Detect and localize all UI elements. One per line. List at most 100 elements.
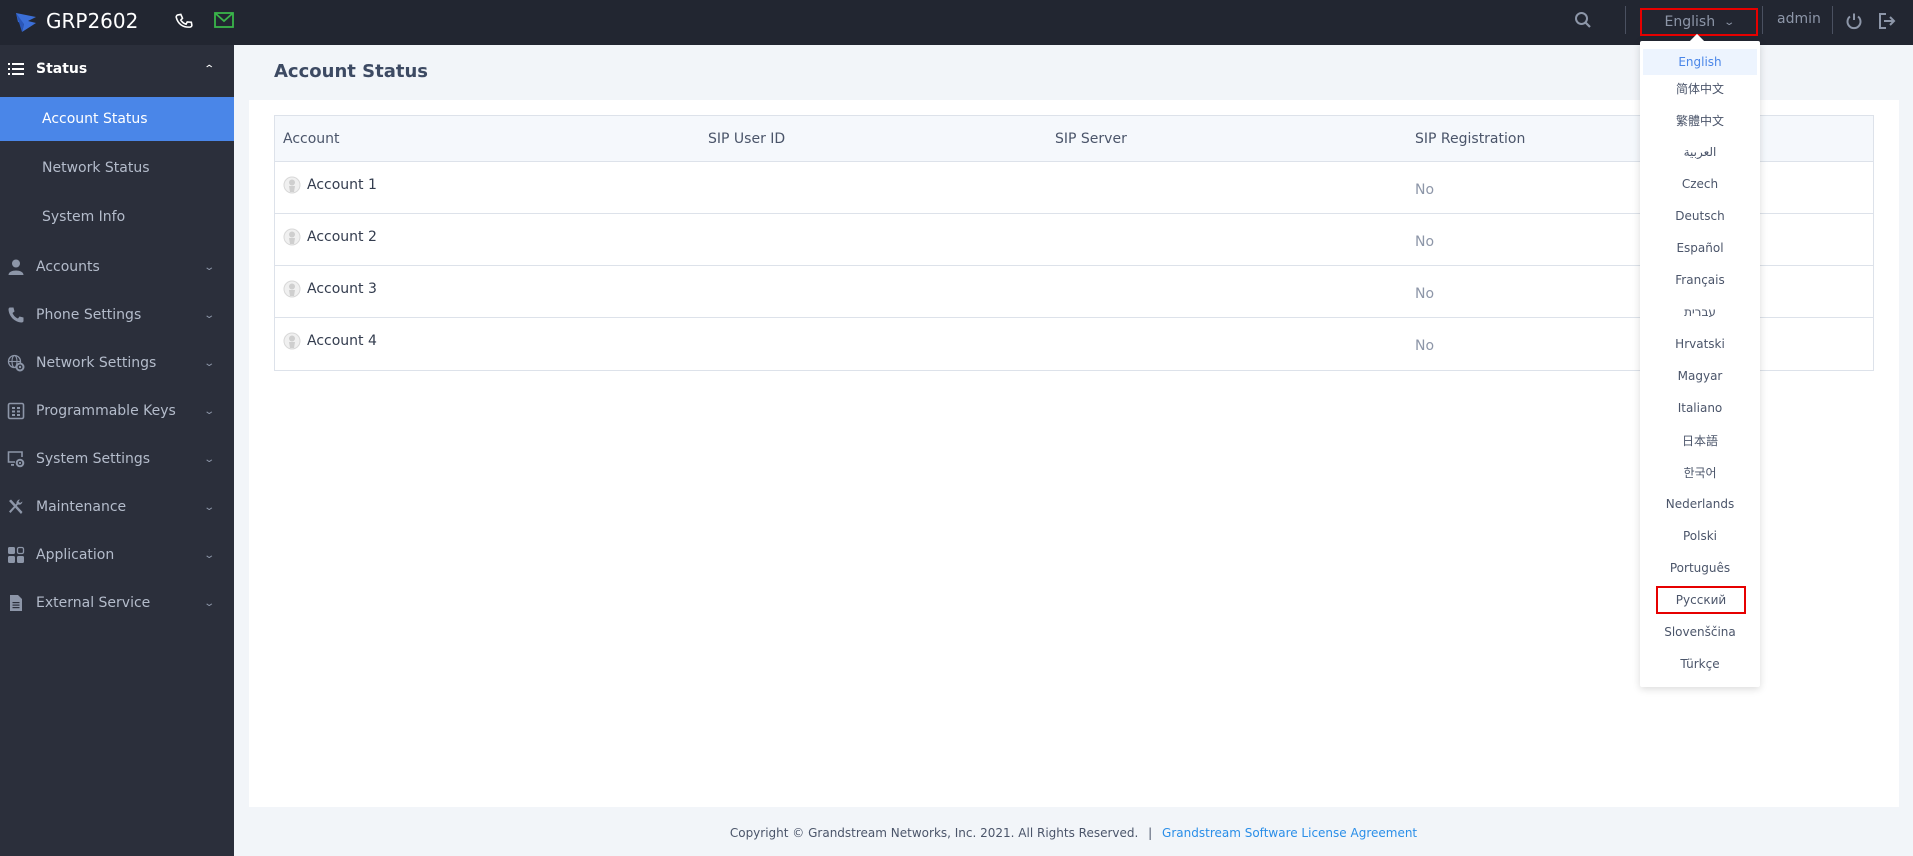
sidebar-group-label: Phone Settings xyxy=(36,307,142,323)
sidebar-group-application[interactable]: Application ⌄ xyxy=(0,531,234,579)
search-icon[interactable] xyxy=(1574,11,1592,29)
language-option-hebrew[interactable]: עברית xyxy=(1643,299,1757,325)
column-header-sip-registration: SIP Registration xyxy=(1415,130,1526,147)
language-select[interactable]: English ⌄ xyxy=(1640,8,1758,36)
username-label[interactable]: admin xyxy=(1777,11,1821,27)
language-option-magyar[interactable]: Magyar xyxy=(1643,363,1757,389)
sidebar-item-label: Account Status xyxy=(42,111,148,127)
sidebar-group-label: System Settings xyxy=(36,451,151,467)
account-cell: Account 3 xyxy=(283,280,377,298)
chevron-up-icon: ⌃ xyxy=(203,63,216,75)
sip-registration-cell: No xyxy=(1415,286,1435,302)
language-option-espanol[interactable]: Español xyxy=(1643,235,1757,261)
device-model: GRP2602 xyxy=(46,9,139,33)
table-row: Account 4 No xyxy=(275,318,1873,370)
table-row: Account 2 No xyxy=(275,214,1873,266)
chevron-down-icon: ⌄ xyxy=(203,405,216,417)
account-avatar-icon xyxy=(283,228,301,246)
account-avatar-icon xyxy=(283,332,301,350)
language-option-arabic[interactable]: العربية xyxy=(1643,139,1757,165)
sidebar-item-system-info[interactable]: System Info xyxy=(0,195,234,239)
account-status-table: Account SIP User ID SIP Server SIP Regis… xyxy=(274,115,1874,371)
language-option-korean[interactable]: 한국어 xyxy=(1643,459,1757,485)
phone-icon xyxy=(8,307,24,323)
sidebar-group-label: Network Settings xyxy=(36,355,157,371)
apps-icon xyxy=(8,546,25,563)
grandstream-logo-icon xyxy=(16,13,36,32)
header-divider xyxy=(1625,6,1626,34)
sidebar-group-label: External Service xyxy=(36,595,151,611)
sip-registration-cell: No xyxy=(1415,182,1435,198)
license-agreement-link[interactable]: Grandstream Software License Agreement xyxy=(1162,826,1417,840)
sidebar: Status ⌃ Account Status Network Status S… xyxy=(0,45,234,856)
language-select-value: English xyxy=(1664,14,1716,30)
column-header-sip-server: SIP Server xyxy=(1055,130,1127,147)
language-option-nederlands[interactable]: Nederlands xyxy=(1643,491,1757,517)
copyright-text: Copyright © Grandstream Networks, Inc. 2… xyxy=(729,826,1139,840)
language-option-francais[interactable]: Français xyxy=(1643,267,1757,293)
sidebar-group-status[interactable]: Status ⌃ xyxy=(0,45,234,93)
monitor-gear-icon xyxy=(7,451,25,468)
sidebar-group-label: Status xyxy=(36,61,88,77)
sidebar-group-phone-settings[interactable]: Phone Settings ⌄ xyxy=(0,291,234,339)
sidebar-group-maintenance[interactable]: Maintenance ⌄ xyxy=(0,483,234,531)
sidebar-group-programmable-keys[interactable]: Programmable Keys ⌄ xyxy=(0,387,234,435)
footer-separator: | xyxy=(1148,826,1153,840)
sidebar-group-accounts[interactable]: Accounts ⌄ xyxy=(0,243,234,291)
account-cell: Account 2 xyxy=(283,228,377,246)
language-option-czech[interactable]: Czech xyxy=(1643,171,1757,197)
language-option-turkce[interactable]: Türkçe xyxy=(1643,651,1757,677)
sidebar-group-label: Programmable Keys xyxy=(36,403,176,419)
language-option-italiano[interactable]: Italiano xyxy=(1643,395,1757,421)
language-dropdown-menu: English 简体中文 繁體中文 العربية Czech Deutsch … xyxy=(1640,33,1760,687)
sidebar-item-label: System Info xyxy=(42,209,126,225)
sidebar-item-network-status[interactable]: Network Status xyxy=(0,146,234,190)
page-title: Account Status xyxy=(274,61,428,82)
sidebar-group-external-service[interactable]: External Service ⌄ xyxy=(0,579,234,627)
sidebar-item-label: Network Status xyxy=(42,160,150,176)
language-option-polski[interactable]: Polski xyxy=(1643,523,1757,549)
sip-registration-cell: No xyxy=(1415,338,1435,354)
language-option-russian[interactable]: Русский xyxy=(1656,586,1746,614)
list-icon xyxy=(8,63,24,75)
sidebar-group-label: Application xyxy=(36,547,115,563)
document-icon xyxy=(10,595,22,611)
account-cell: Account 4 xyxy=(283,332,377,350)
table-header: Account SIP User ID SIP Server SIP Regis… xyxy=(275,116,1873,162)
chevron-down-icon: ⌄ xyxy=(203,549,216,561)
user-icon xyxy=(8,259,24,275)
logout-icon[interactable] xyxy=(1878,12,1896,30)
language-option-slovenscina[interactable]: Slovenščina xyxy=(1643,619,1757,645)
language-option-simplified-chinese[interactable]: 简体中文 xyxy=(1643,75,1757,101)
keypad-icon xyxy=(7,402,25,420)
language-option-english[interactable]: English xyxy=(1643,49,1757,75)
globe-gear-icon xyxy=(7,354,25,372)
footer: Copyright © Grandstream Networks, Inc. 2… xyxy=(234,826,1913,840)
mail-icon[interactable] xyxy=(214,12,234,28)
phone-icon[interactable] xyxy=(174,11,194,31)
chevron-down-icon: ⌄ xyxy=(203,357,216,369)
language-option-deutsch[interactable]: Deutsch xyxy=(1643,203,1757,229)
account-name: Account 4 xyxy=(307,333,377,349)
language-option-hrvatski[interactable]: Hrvatski xyxy=(1643,331,1757,357)
power-icon[interactable] xyxy=(1845,12,1863,30)
chevron-down-icon: ⌄ xyxy=(203,501,216,513)
account-avatar-icon xyxy=(283,280,301,298)
account-name: Account 2 xyxy=(307,229,377,245)
language-option-portugues[interactable]: Português xyxy=(1643,555,1757,581)
account-name: Account 1 xyxy=(307,177,377,193)
column-header-sip-user-id: SIP User ID xyxy=(708,130,786,147)
account-avatar-icon xyxy=(283,176,301,194)
sidebar-group-network-settings[interactable]: Network Settings ⌄ xyxy=(0,339,234,387)
table-row: Account 1 No xyxy=(275,162,1873,214)
sidebar-item-account-status[interactable]: Account Status xyxy=(0,97,234,141)
top-header: GRP2602 English ⌄ admin xyxy=(0,0,1913,45)
sidebar-group-label: Maintenance xyxy=(36,499,127,515)
sidebar-group-system-settings[interactable]: System Settings ⌄ xyxy=(0,435,234,483)
sidebar-group-label: Accounts xyxy=(36,259,100,275)
column-header-account: Account xyxy=(283,130,340,147)
chevron-down-icon: ⌄ xyxy=(203,261,216,273)
language-option-japanese[interactable]: 日本語 xyxy=(1643,427,1757,453)
header-divider xyxy=(1762,6,1763,34)
language-option-traditional-chinese[interactable]: 繁體中文 xyxy=(1643,107,1757,133)
